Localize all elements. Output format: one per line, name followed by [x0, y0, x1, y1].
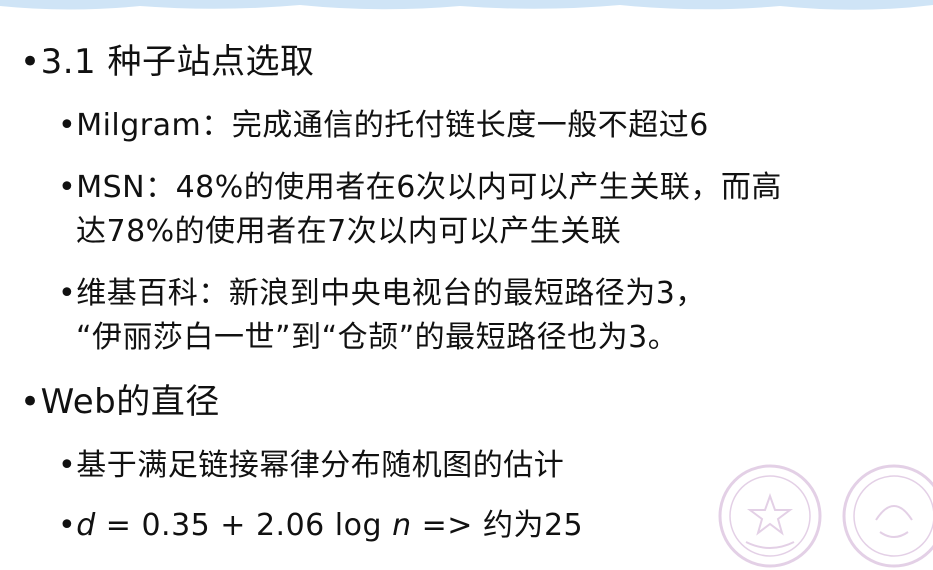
bullet: • — [58, 276, 77, 311]
bullet: • — [58, 508, 77, 543]
bullet: • — [20, 382, 41, 422]
university-seal-icon — [718, 464, 822, 568]
bullet: • — [58, 170, 77, 205]
list-item-power-law: •基于满足链接幂律分布随机图的估计 — [58, 440, 564, 484]
bullet: • — [20, 42, 41, 82]
list-item-wikipedia: •维基百科：新浪到中央电视台的最短路径为3， — [58, 268, 706, 312]
list-item-text: 达78%的使用者在7次以内可以产生关联 — [76, 214, 622, 249]
formula-var-d: d — [76, 508, 96, 543]
list-item-msn-continuation: 达78%的使用者在7次以内可以产生关联 — [76, 206, 621, 250]
top-decoration — [0, 0, 933, 10]
heading-text: 3.1 种子站点选取 — [40, 42, 315, 82]
list-item-msn: •MSN：48%的使用者在6次以内可以产生关联，而高 — [58, 162, 782, 206]
formula-part1: = 0.35 + 2.06 log — [95, 508, 393, 543]
heading-seed-selection: •3.1 种子站点选取 — [20, 34, 314, 83]
formula-var-n: n — [392, 508, 412, 543]
list-item-formula: •d = 0.35 + 2.06 log n => 约为25 — [58, 500, 583, 544]
list-item-wikipedia-continuation: “伊丽莎白一世”到“仓颉”的最短路径也为3。 — [76, 312, 678, 356]
list-item-text: MSN：48%的使用者在6次以内可以产生关联，而高 — [76, 170, 782, 205]
list-item-text: 维基百科：新浪到中央电视台的最短路径为3， — [76, 276, 706, 311]
list-item-text: 基于满足链接幂律分布随机图的估计 — [76, 448, 565, 483]
list-item-text: “伊丽莎白一世”到“仓颉”的最短路径也为3。 — [76, 320, 679, 355]
department-seal-icon — [842, 464, 933, 568]
list-item-milgram: •Milgram：完成通信的托付链长度一般不超过6 — [58, 100, 709, 144]
heading-text: Web的直径 — [40, 382, 220, 422]
bullet: • — [58, 108, 77, 143]
list-item-text: Milgram：完成通信的托付链长度一般不超过6 — [76, 108, 709, 143]
formula-part2: => 约为25 — [411, 508, 584, 543]
heading-web-diameter: •Web的直径 — [20, 374, 220, 423]
bullet: • — [58, 448, 77, 483]
